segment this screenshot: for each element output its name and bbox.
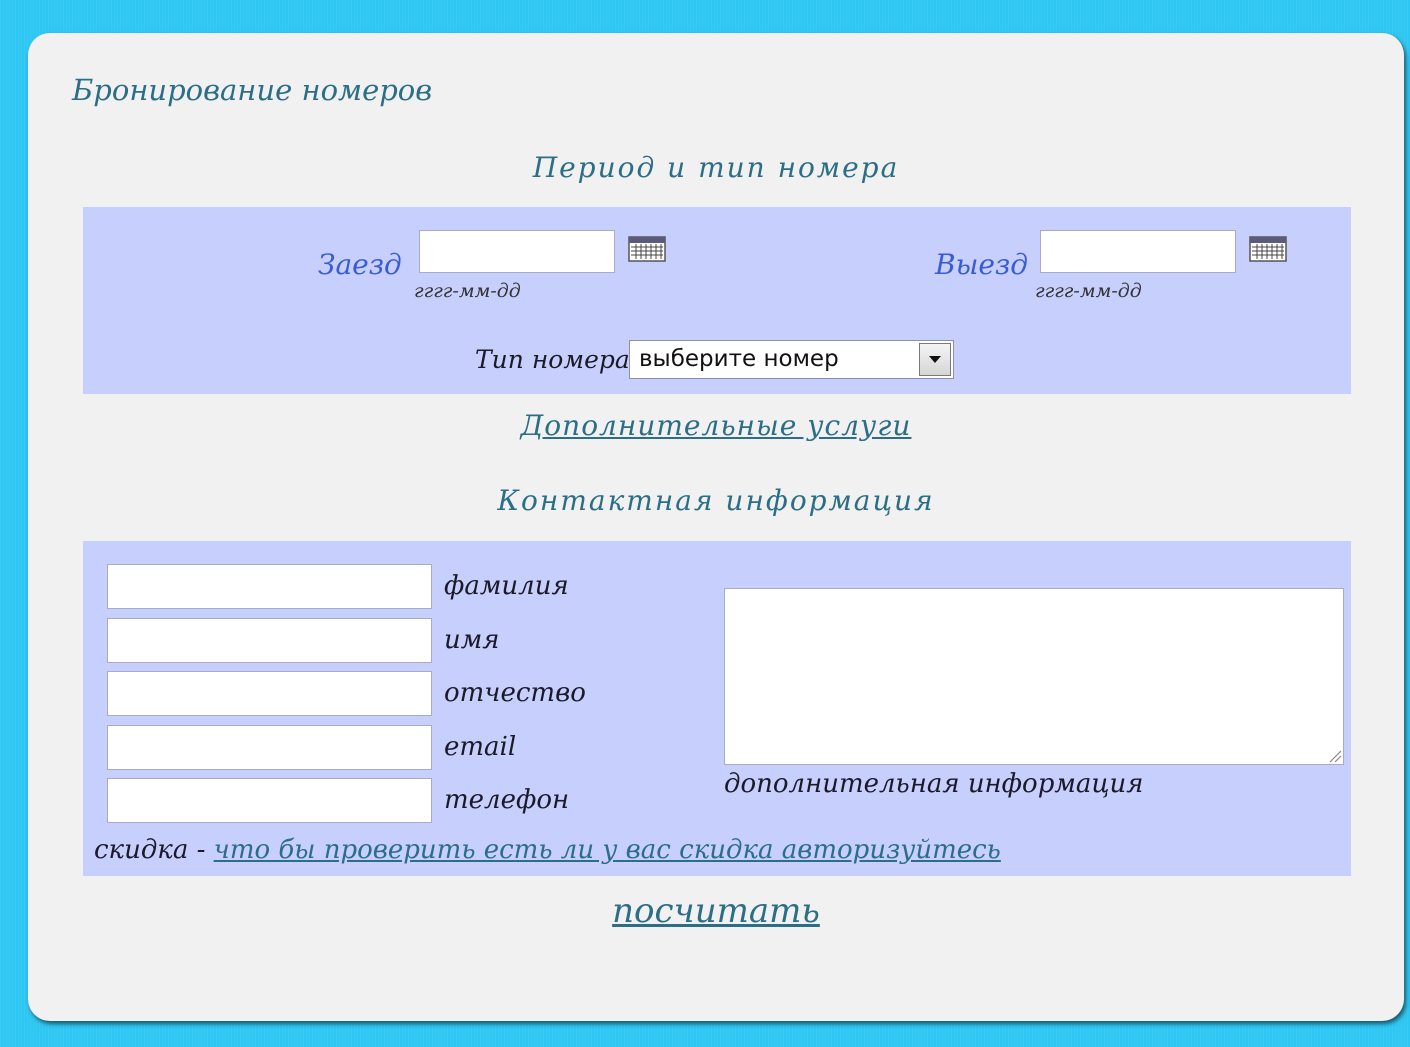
checkin-calendar-icon[interactable]: [628, 236, 666, 262]
room-type-label: Тип номера: [475, 345, 630, 374]
last-name-label: фамилия: [444, 571, 569, 601]
contact-panel: фамилия имя отчество email телефон допол…: [83, 541, 1351, 876]
discount-row: скидка - что бы проверить есть ли у вас …: [94, 835, 1001, 865]
room-type-select[interactable]: выберите номер: [629, 340, 954, 379]
phone-input[interactable]: [107, 778, 432, 823]
checkout-date-hint: гггг-мм-дд: [1035, 280, 1142, 302]
resize-grip-icon[interactable]: [1328, 749, 1342, 763]
booking-page: Бронирование номеров Период и тип номера…: [28, 33, 1404, 1021]
last-name-input[interactable]: [107, 564, 432, 609]
room-type-selected-value: выберите номер: [639, 346, 839, 372]
checkin-date-hint: гггг-мм-дд: [414, 280, 521, 302]
extra-services-link[interactable]: Дополнительные услуги: [28, 409, 1404, 442]
first-name-label: имя: [444, 625, 500, 655]
email-input[interactable]: [107, 725, 432, 770]
additional-info-textarea[interactable]: [724, 588, 1344, 765]
page-title: Бронирование номеров: [72, 73, 433, 107]
chevron-down-icon[interactable]: [919, 343, 951, 376]
checkin-label: Заезд: [318, 248, 402, 281]
checkout-calendar-icon[interactable]: [1249, 236, 1287, 262]
patronymic-input[interactable]: [107, 671, 432, 716]
patronymic-label: отчество: [444, 678, 586, 708]
email-label: email: [444, 732, 517, 762]
checkout-date-input[interactable]: [1040, 230, 1236, 273]
calculate-link[interactable]: посчитать: [28, 891, 1404, 931]
discount-auth-link[interactable]: что бы проверить есть ли у вас скидка ав…: [214, 835, 1001, 865]
period-section-heading: Период и тип номера: [532, 151, 900, 184]
checkin-date-input[interactable]: [419, 230, 615, 273]
phone-label: телефон: [444, 785, 570, 815]
contact-section-heading: Контактная информация: [497, 484, 935, 517]
first-name-input[interactable]: [107, 618, 432, 663]
period-panel: Заезд гггг-мм-дд Выезд гггг-мм-дд Тип но…: [83, 207, 1351, 394]
discount-label: скидка -: [94, 835, 206, 865]
additional-info-label: дополнительная информация: [724, 769, 1144, 799]
checkout-label: Выезд: [935, 248, 1028, 281]
